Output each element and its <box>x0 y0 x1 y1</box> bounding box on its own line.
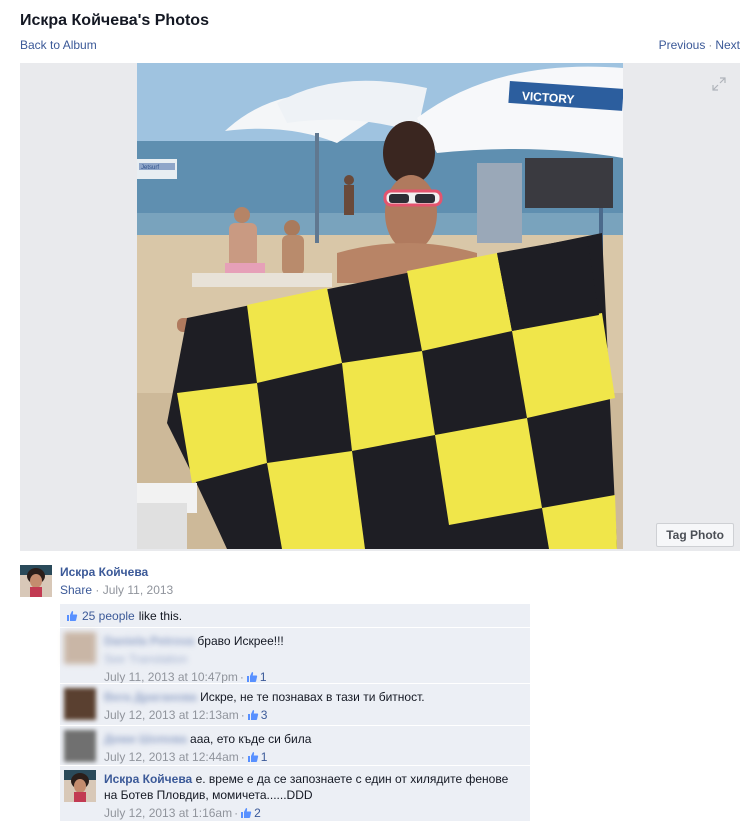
like-thumb-icon <box>241 808 252 818</box>
expand-icon[interactable] <box>712 77 726 91</box>
meta-separator: · <box>234 806 239 820</box>
comment-text: Искре, не те познавах в тази ти битност. <box>200 690 425 704</box>
owner-avatar[interactable] <box>20 565 52 597</box>
photo-stage: Jetsurf VICTORY Tag Photo <box>20 63 740 551</box>
previous-link[interactable]: Previous <box>659 38 706 52</box>
comment-meta: July 12, 2013 at 12:44am · 1 <box>104 749 524 765</box>
comment-like-count[interactable]: 2 <box>254 805 261 821</box>
beach-photo[interactable]: Jetsurf VICTORY <box>137 63 623 549</box>
like-thumb-icon <box>247 752 258 762</box>
comment-author[interactable]: Деми Шопова <box>104 732 187 746</box>
feedback-section: 25 people like this. Daniela Petrova бра… <box>60 604 530 821</box>
next-link[interactable]: Next <box>715 38 740 52</box>
share-link[interactable]: Share <box>60 583 92 597</box>
comment-meta: July 12, 2013 at 1:16am · 2 <box>104 805 524 821</box>
likes-count-link[interactable]: 25 people <box>82 609 135 623</box>
comment-avatar[interactable] <box>64 688 96 720</box>
owner-name[interactable]: Искра Койчева <box>60 565 148 579</box>
like-thumb-icon <box>67 610 78 621</box>
comment-meta: July 12, 2013 at 12:13am · 3 <box>104 707 524 723</box>
tag-photo-button[interactable]: Tag Photo <box>656 523 734 547</box>
page-title: Искра Койчева's Photos <box>20 12 209 29</box>
owner-meta: Share · July 11, 2013 <box>60 583 173 597</box>
comment-author[interactable]: Искра Койчева <box>104 772 192 786</box>
meta-separator: · <box>240 750 245 764</box>
like-thumb-icon <box>247 710 258 720</box>
boat-text: Jetsurf <box>141 165 159 171</box>
comment-text: ааа, ето къде си била <box>190 732 312 746</box>
comment-timestamp[interactable]: July 12, 2013 at 12:44am <box>104 749 239 765</box>
meta-separator: · <box>240 708 245 722</box>
comment-item: Bera Драганова Искре, не те познавах в т… <box>60 683 530 725</box>
comment-avatar[interactable] <box>64 770 96 802</box>
see-translation-link[interactable]: See Translation <box>104 651 524 667</box>
comment-item: Искра Койчева е. време е да се запознает… <box>60 765 530 821</box>
comment-text: браво Искрее!!! <box>197 634 284 648</box>
post-date[interactable]: July 11, 2013 <box>103 583 174 597</box>
like-thumb-icon <box>246 672 258 682</box>
comment-item: Daniela Petrova браво Искрее!!! See Tran… <box>60 627 530 684</box>
comment-timestamp[interactable]: July 12, 2013 at 1:16am <box>104 805 232 821</box>
comment-like-count[interactable]: 3 <box>261 707 268 723</box>
comment-avatar[interactable] <box>64 632 96 664</box>
likes-suffix: like this. <box>138 608 183 623</box>
comment-avatar[interactable] <box>64 730 96 762</box>
back-to-album-link[interactable]: Back to Album <box>20 38 97 52</box>
comment-item: Деми Шопова ааа, ето къде си била July 1… <box>60 725 530 765</box>
comment-author[interactable]: Daniela Petrova <box>104 634 194 648</box>
photo-navigation: Previous · Next <box>659 38 740 52</box>
likes-row: 25 people like this. <box>60 604 530 627</box>
comment-like-count[interactable]: 1 <box>261 749 268 765</box>
comment-timestamp[interactable]: July 12, 2013 at 12:13am <box>104 707 239 723</box>
meta-separator: · <box>95 583 100 597</box>
nav-separator: · <box>708 38 713 52</box>
comment-author[interactable]: Bera Драганова <box>104 690 197 704</box>
